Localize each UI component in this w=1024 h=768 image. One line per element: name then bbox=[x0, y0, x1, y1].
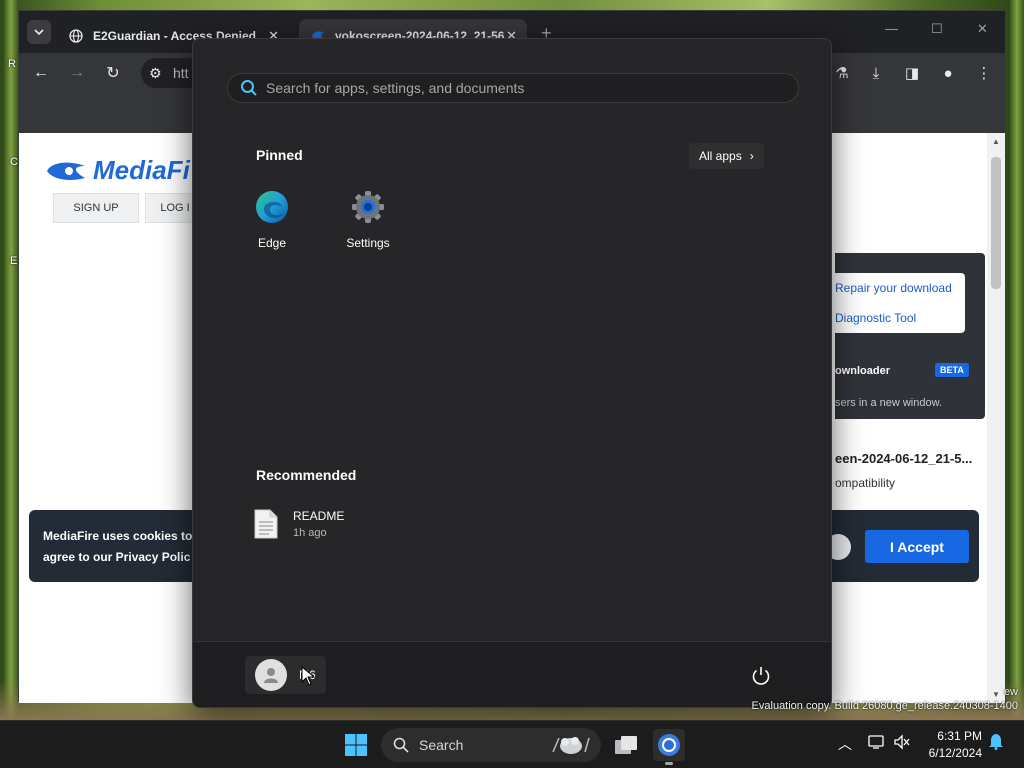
clock-time: 6:31 PM bbox=[937, 729, 982, 743]
edge-icon bbox=[256, 191, 288, 223]
mediafire-logo[interactable]: MediaFi bbox=[45, 155, 190, 186]
task-view-icon bbox=[615, 736, 637, 754]
all-apps-button[interactable]: All apps › bbox=[689, 143, 764, 169]
start-search-box[interactable] bbox=[227, 73, 799, 103]
page-scrollbar[interactable]: ▲ ▼ bbox=[987, 133, 1005, 703]
pinned-app-label: Settings bbox=[346, 236, 390, 250]
desktop-icon-label[interactable]: R bbox=[8, 58, 16, 70]
scrollbar-thumb[interactable] bbox=[991, 157, 1001, 289]
document-icon bbox=[254, 509, 278, 539]
scroll-down-icon[interactable]: ▼ bbox=[992, 690, 1000, 699]
settings-gear-icon bbox=[352, 191, 384, 223]
download-options-card: Repair your download Diagnostic Tool own… bbox=[835, 253, 985, 419]
menu-icon[interactable]: ⋮ bbox=[973, 61, 995, 85]
recommended-item-time: 1h ago bbox=[293, 527, 327, 539]
accept-cookies-button[interactable]: I Accept bbox=[865, 530, 969, 563]
taskbar-search[interactable]: Search bbox=[381, 728, 601, 762]
reload-button[interactable]: ↻ bbox=[101, 61, 125, 85]
chevron-right-icon: › bbox=[749, 149, 754, 163]
chevron-up-icon[interactable]: ︿ bbox=[838, 734, 852, 754]
volume-muted-icon[interactable] bbox=[893, 734, 911, 753]
bamboo-decoration bbox=[4, 0, 18, 768]
user-avatar-icon bbox=[255, 659, 287, 691]
task-view-button[interactable] bbox=[610, 729, 642, 761]
diagnostic-tool-link[interactable]: Diagnostic Tool bbox=[835, 311, 916, 325]
pinned-heading: Pinned bbox=[256, 147, 303, 163]
taskbar-search-label: Search bbox=[419, 737, 464, 753]
mediafire-flame-icon bbox=[47, 162, 85, 180]
system-clock[interactable]: 6:31 PM 6/12/2024 bbox=[929, 728, 982, 762]
start-button[interactable] bbox=[340, 729, 372, 761]
beta-badge: BETA bbox=[935, 363, 969, 377]
notification-bell-icon[interactable] bbox=[988, 732, 1004, 753]
chevron-down-icon bbox=[34, 29, 44, 36]
network-icon[interactable] bbox=[868, 734, 886, 753]
site-info-icon[interactable]: ⚙ bbox=[149, 65, 162, 82]
pinned-app-label: Edge bbox=[257, 236, 287, 250]
recommended-item-name: README bbox=[293, 509, 345, 523]
desktop-icon-label[interactable]: C bbox=[10, 156, 18, 168]
watermark-text: ew bbox=[1003, 686, 1018, 698]
forward-button[interactable]: → bbox=[65, 61, 89, 85]
chrome-icon bbox=[658, 734, 680, 756]
mouse-cursor-icon bbox=[301, 666, 315, 686]
pinned-app-settings[interactable]: Settings bbox=[328, 189, 408, 250]
new-window-text: sers in a new window. bbox=[835, 397, 942, 409]
desktop-icon-label[interactable]: E bbox=[10, 255, 17, 267]
bamboo-decoration bbox=[1010, 0, 1024, 768]
start-footer: M6 bbox=[193, 641, 831, 707]
clock-date: 6/12/2024 bbox=[928, 746, 982, 760]
evaluation-watermark: Evaluation copy. Build 26080.ge_release.… bbox=[751, 700, 1018, 712]
globe-icon bbox=[69, 29, 83, 43]
labs-icon[interactable]: ⚗ bbox=[831, 61, 853, 85]
start-search-input[interactable] bbox=[266, 80, 786, 96]
pinned-app-edge[interactable]: Edge bbox=[232, 189, 312, 250]
side-panel-icon[interactable]: ◨ bbox=[901, 61, 923, 85]
profile-icon[interactable]: ● bbox=[937, 61, 959, 85]
repair-download-link[interactable]: Repair your download bbox=[835, 281, 952, 295]
address-text: htt bbox=[173, 65, 189, 81]
chrome-taskbar-button[interactable] bbox=[653, 729, 685, 761]
windows-logo-icon bbox=[345, 734, 367, 756]
repair-box: Repair your download Diagnostic Tool bbox=[835, 273, 965, 333]
start-menu: Pinned All apps › Edge Settings Recommen… bbox=[192, 38, 832, 708]
downloader-label: ownloader bbox=[835, 365, 891, 377]
search-icon bbox=[241, 80, 257, 96]
recommended-heading: Recommended bbox=[256, 467, 357, 483]
power-icon bbox=[752, 667, 770, 685]
search-icon bbox=[393, 737, 409, 753]
logo-text: MediaFi bbox=[93, 155, 190, 185]
tab-search-button[interactable] bbox=[27, 20, 51, 44]
compatibility-text: ompatibility bbox=[835, 476, 896, 490]
sign-up-button[interactable]: SIGN UP bbox=[53, 193, 139, 223]
taskbar: Search ︿ 6:31 PM 6/12/2024 bbox=[0, 720, 1024, 768]
download-icon[interactable]: ⤓ bbox=[865, 61, 887, 85]
close-window-icon[interactable]: ✕ bbox=[977, 21, 988, 37]
file-name: een-2024-06-12_21-5... bbox=[835, 451, 973, 466]
active-app-indicator bbox=[665, 762, 673, 765]
all-apps-label: All apps bbox=[699, 149, 742, 163]
maximize-icon[interactable]: ☐ bbox=[931, 21, 943, 37]
back-button[interactable]: ← bbox=[29, 61, 53, 85]
search-highlight-icon bbox=[552, 737, 590, 754]
minimize-icon[interactable]: — bbox=[885, 21, 898, 36]
scroll-up-icon[interactable]: ▲ bbox=[992, 137, 1000, 146]
power-button[interactable] bbox=[749, 664, 773, 688]
recommended-item-readme[interactable]: README 1h ago bbox=[253, 509, 344, 539]
